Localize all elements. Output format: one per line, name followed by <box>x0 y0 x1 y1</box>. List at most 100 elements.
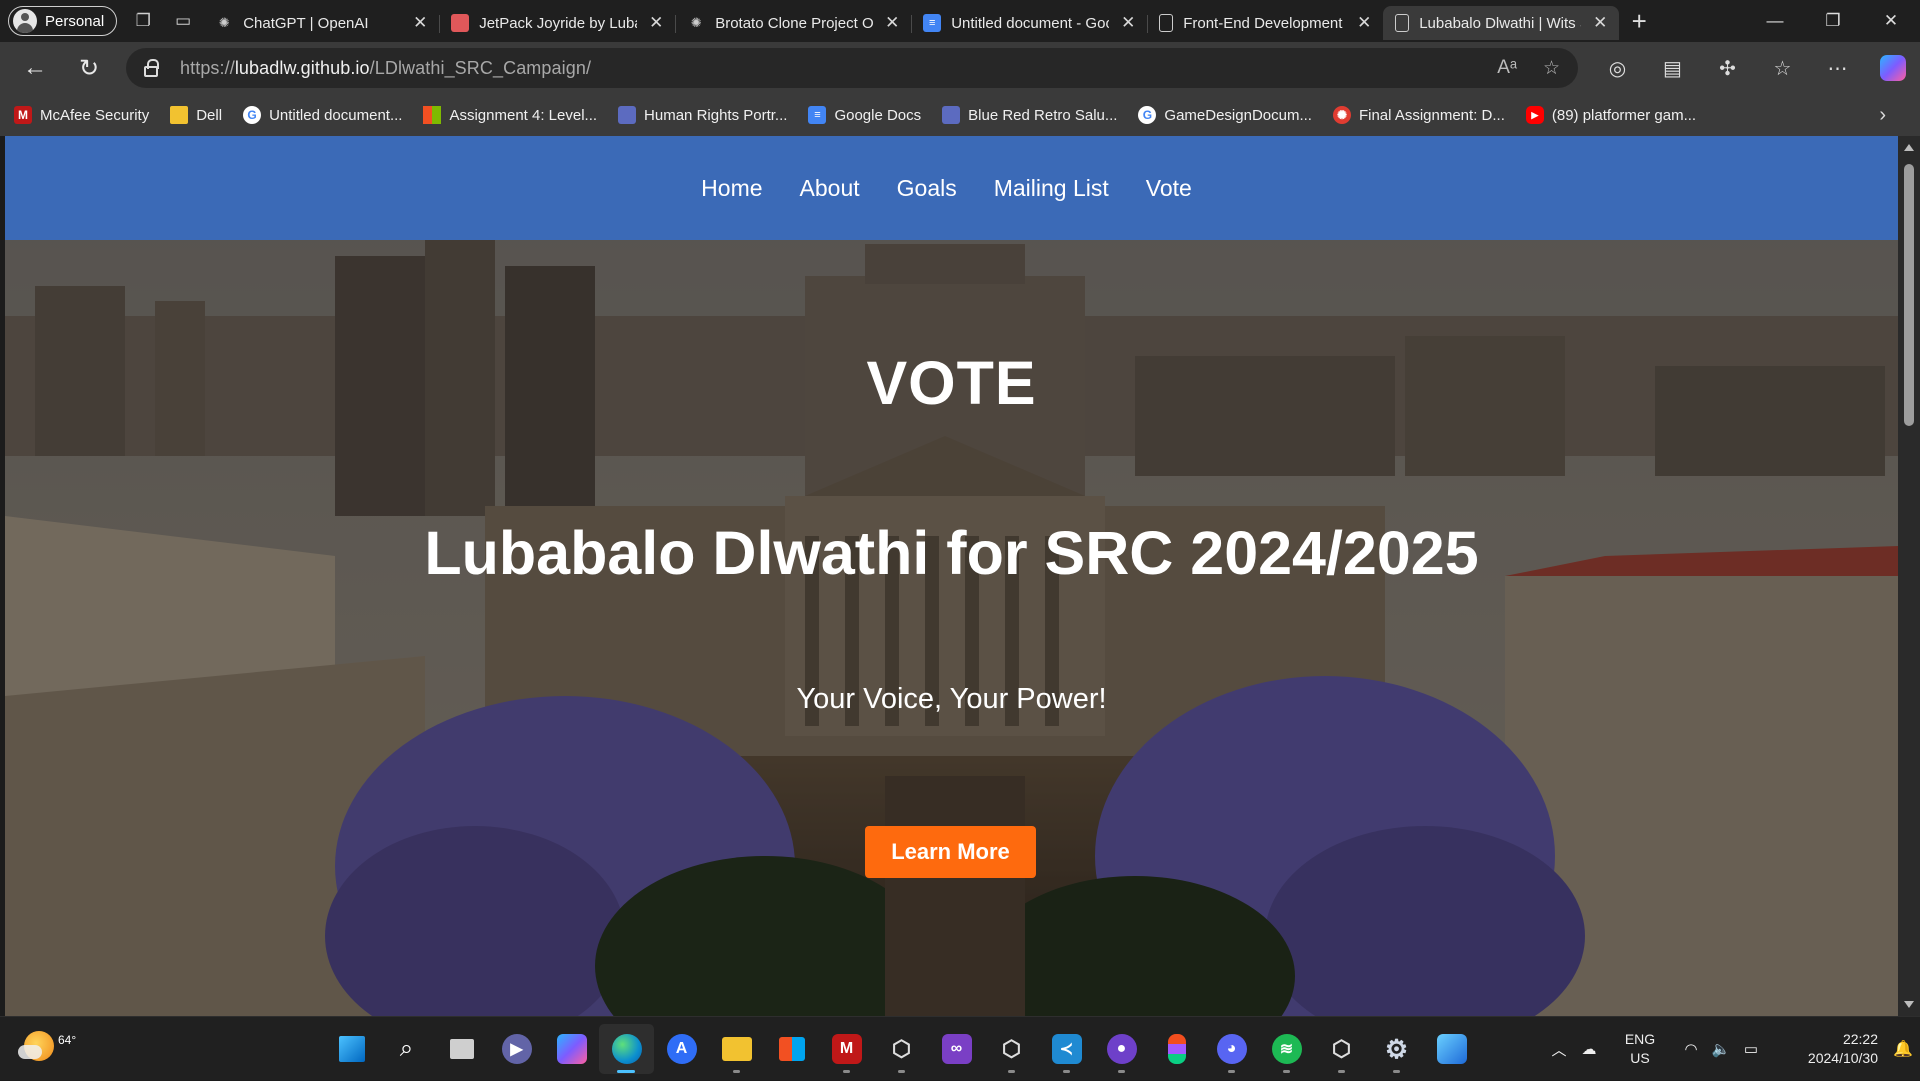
unity-icon[interactable]: ⬡ <box>874 1024 929 1074</box>
notifications-icon[interactable]: 🔔 <box>1886 1039 1920 1059</box>
toolbar-actions: ◎ ▤ ✣ ☆ ⋯ <box>1590 42 1920 94</box>
nav-about[interactable]: About <box>800 175 860 202</box>
more-menu-icon[interactable]: ⋯ <box>1810 56 1865 81</box>
tab[interactable]: JetPack Joyride by Lubalo ✕ <box>439 6 675 40</box>
grammarly-icon[interactable]: ◎ <box>1590 56 1645 81</box>
bookmark-item[interactable]: Assignment 4: Level... <box>423 106 597 124</box>
wifi-icon[interactable]: ◠ <box>1676 1040 1706 1058</box>
google-icon: G <box>1138 106 1157 124</box>
bookmark-label: (89) platformer gam... <box>1551 106 1697 124</box>
url-text[interactable]: https://lubadlw.github.io/LDlwathi_SRC_C… <box>180 58 591 79</box>
bookmark-item[interactable]: ✺ Final Assignment: D... <box>1332 106 1505 124</box>
back-icon[interactable]: ← <box>8 48 62 88</box>
extensions-icon[interactable]: ✣ <box>1700 56 1755 81</box>
close-icon[interactable]: ✕ <box>1119 13 1137 33</box>
avatar <box>13 9 37 33</box>
teams-icon[interactable]: ▶ <box>489 1024 544 1074</box>
close-window-icon[interactable]: ✕ <box>1862 0 1920 42</box>
minimize-icon[interactable]: — <box>1746 0 1804 42</box>
nav-goals[interactable]: Goals <box>897 175 957 202</box>
document-icon <box>1395 14 1410 32</box>
restore-icon[interactable]: ❐ <box>1804 0 1862 42</box>
refresh-icon[interactable]: ↻ <box>62 48 116 88</box>
chevron-right-icon[interactable]: › <box>1879 104 1886 127</box>
workspaces-icon[interactable]: ❐ <box>123 5 163 37</box>
microsoft-store-icon[interactable] <box>764 1024 819 1074</box>
settings-icon[interactable]: ⚙ <box>1369 1024 1424 1074</box>
window-controls: — ❐ ✕ <box>1746 0 1920 42</box>
close-icon[interactable]: ✕ <box>883 13 901 33</box>
battery-icon[interactable]: ▭ <box>1736 1040 1766 1058</box>
close-icon[interactable]: ✕ <box>647 13 665 33</box>
app-store-icon[interactable]: A <box>654 1024 709 1074</box>
page-scrollbar[interactable] <box>1898 136 1920 1016</box>
mcafee-icon[interactable]: M <box>819 1024 874 1074</box>
taskbar-apps: ⌕ ▶ A M ⬡ ∞ ⬡ ≺ ● ◕ ≋ ⬡ ⚙ <box>324 1017 1479 1081</box>
onedrive-icon[interactable]: ☁ <box>1574 1040 1604 1058</box>
start-icon[interactable] <box>324 1024 379 1074</box>
visual-studio-icon[interactable]: ∞ <box>929 1024 984 1074</box>
copilot-icon[interactable] <box>1865 55 1920 81</box>
photos-icon[interactable] <box>1424 1024 1479 1074</box>
figma-icon[interactable] <box>1149 1024 1204 1074</box>
bookmark-label: Blue Red Retro Salu... <box>968 106 1118 124</box>
nav-home[interactable]: Home <box>701 175 762 202</box>
close-icon[interactable]: ✕ <box>411 13 429 33</box>
bookmark-item[interactable]: G Untitled document... <box>243 106 402 124</box>
scroll-up-icon[interactable] <box>1904 144 1914 151</box>
chevron-up-icon[interactable]: ︿ <box>1544 1039 1574 1060</box>
language-indicator[interactable]: ENG US <box>1612 1030 1668 1068</box>
tab-active[interactable]: Lubabalo Dlwathi | Wits SRC ✕ <box>1383 6 1620 40</box>
scroll-thumb[interactable] <box>1904 164 1914 426</box>
close-icon[interactable]: ✕ <box>1591 13 1609 33</box>
github-icon[interactable]: ● <box>1094 1024 1149 1074</box>
microsoft-icon <box>423 106 442 124</box>
bookmark-item[interactable]: ▶ (89) platformer gam... <box>1525 106 1697 124</box>
edge-icon[interactable] <box>599 1024 654 1074</box>
openai-icon: ✺ <box>690 15 702 30</box>
tab[interactable]: ✺ Brotato Clone Project Overview ✕ <box>675 6 911 40</box>
tab[interactable]: Front-End Development ✕ <box>1147 6 1383 40</box>
hero-section: VOTE Lubabalo Dlwathi for SRC 2024/2025 … <box>5 240 1898 1016</box>
bookmark-item[interactable]: Dell <box>170 106 222 124</box>
profile-button[interactable]: Personal <box>8 6 118 36</box>
tab[interactable]: ≡ Untitled document - Google Docs ✕ <box>911 6 1147 40</box>
copilot-icon[interactable] <box>544 1024 599 1074</box>
reading-list-icon[interactable]: ▤ <box>1645 56 1700 81</box>
discord-icon[interactable]: ◕ <box>1204 1024 1259 1074</box>
document-icon <box>1159 14 1174 32</box>
bookmark-item[interactable]: Human Rights Portr... <box>618 106 787 124</box>
bookmark-item[interactable]: Blue Red Retro Salu... <box>942 106 1117 124</box>
bookmark-item[interactable]: M McAfee Security <box>14 106 149 124</box>
task-view-icon[interactable] <box>434 1024 489 1074</box>
bookmark-item[interactable]: G GameDesignDocum... <box>1138 106 1312 124</box>
spotify-icon[interactable]: ≋ <box>1259 1024 1314 1074</box>
canvas-icon: ✺ <box>1332 106 1351 124</box>
search-icon[interactable]: ⌕ <box>379 1024 434 1074</box>
unity-icon[interactable]: ⬡ <box>1314 1024 1369 1074</box>
scroll-down-icon[interactable] <box>1904 1001 1914 1008</box>
file-explorer-icon[interactable] <box>709 1024 764 1074</box>
tab[interactable]: ✺ ChatGPT | OpenAI ✕ <box>203 6 439 40</box>
mcafee-icon: M <box>14 106 32 124</box>
tab-title: Lubabalo Dlwathi | Wits SRC <box>1419 14 1581 32</box>
youtube-icon: ▶ <box>1525 106 1544 124</box>
weather-widget[interactable]: 64° <box>18 1031 76 1061</box>
new-tab-button[interactable]: + <box>1619 6 1659 37</box>
nav-vote[interactable]: Vote <box>1146 175 1192 202</box>
clock[interactable]: 22:22 2024/10/30 <box>1782 1030 1878 1068</box>
lock-icon[interactable] <box>144 58 159 77</box>
bookmark-item[interactable]: ≡ Google Docs <box>808 106 921 124</box>
vscode-icon[interactable]: ≺ <box>1039 1024 1094 1074</box>
learn-more-button[interactable]: Learn More <box>865 826 1036 878</box>
close-icon[interactable]: ✕ <box>1355 13 1373 33</box>
nav-mailing-list[interactable]: Mailing List <box>994 175 1109 202</box>
tab-strip: Personal ❐ ▭ ✺ ChatGPT | OpenAI ✕ JetPac… <box>0 0 1920 42</box>
address-bar[interactable]: https://lubadlw.github.io/LDlwathi_SRC_C… <box>126 48 1578 88</box>
volume-muted-icon[interactable]: 🔈 <box>1706 1040 1736 1058</box>
favorite-star-icon[interactable]: ☆ <box>1543 57 1560 80</box>
favorites-icon[interactable]: ☆ <box>1755 56 1810 81</box>
vertical-tabs-icon[interactable]: ▭ <box>163 5 203 37</box>
unity-hub-icon[interactable]: ⬡ <box>984 1024 1039 1074</box>
read-aloud-icon[interactable]: Aᵃ <box>1497 57 1517 79</box>
